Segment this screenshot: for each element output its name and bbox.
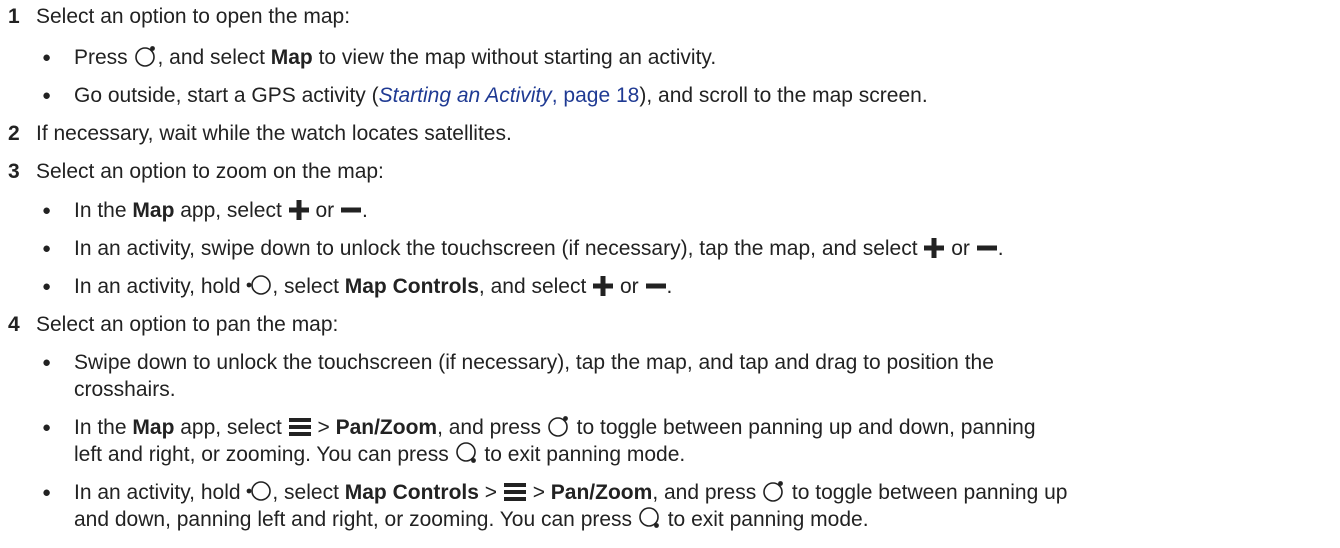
text: Go outside, start a GPS activity ( — [74, 84, 379, 107]
text: or — [309, 199, 340, 222]
bullet-dot: ● — [42, 202, 52, 219]
map-label: Map — [132, 416, 175, 439]
text: app, select — [174, 199, 288, 222]
step-text: Select an option to open the map: — [36, 5, 351, 28]
map-controls-label: Map Controls — [344, 481, 479, 504]
text: > — [311, 416, 336, 439]
text: , and press — [652, 481, 763, 504]
plus-icon — [593, 276, 614, 296]
text: . — [361, 199, 368, 222]
menu-icon — [288, 418, 311, 436]
text: or — [614, 275, 645, 298]
text: left and right, or zooming. You can pres… — [74, 443, 455, 466]
text: , select — [272, 481, 345, 504]
cross-reference-link[interactable]: Starting an Activity, page 18 — [379, 84, 640, 107]
text: In an activity, swipe down to unlock the… — [74, 237, 924, 260]
bullet-dot: ● — [42, 240, 52, 257]
map-label: Map — [132, 199, 175, 222]
bullet-dot: ● — [42, 419, 52, 436]
step-number: 4 — [8, 313, 20, 336]
text: to exit panning mode. — [661, 508, 869, 531]
watch-button-top-right-icon — [134, 46, 155, 67]
text: In an activity, hold — [74, 275, 247, 298]
watch-button-top-right-icon — [548, 416, 568, 437]
text: In the — [74, 199, 133, 222]
text: In the — [74, 416, 133, 439]
plus-icon — [288, 200, 309, 220]
step-text: Select an option to pan the map: — [36, 313, 339, 336]
text: to exit panning mode. — [478, 443, 686, 466]
bullet-dot: ● — [42, 49, 52, 66]
text: ), and scroll to the map screen. — [639, 84, 928, 107]
text: and down, panning left and right, or zoo… — [74, 508, 638, 531]
watch-button-top-right-icon — [763, 481, 783, 502]
text: In an activity, hold — [74, 481, 247, 504]
text: Press — [74, 46, 134, 69]
text: Swipe down to unlock the touchscreen (if… — [74, 351, 994, 374]
manual-page: 1 Select an option to open the map: ● Pr… — [0, 0, 1340, 548]
step-number: 2 — [8, 122, 20, 145]
plus-icon — [924, 238, 945, 258]
bullet-dot: ● — [42, 278, 52, 295]
minus-icon — [645, 283, 666, 289]
text: to toggle between panning up — [786, 481, 1068, 504]
text: . — [997, 237, 1004, 260]
map-label: Map — [270, 46, 313, 69]
link-page[interactable]: , page 18 — [552, 84, 640, 107]
bullet-dot: ● — [42, 354, 52, 371]
step-text: If necessary, wait while the watch locat… — [36, 122, 512, 145]
text: , select — [272, 275, 345, 298]
bullet-dot: ● — [42, 87, 52, 104]
text: . — [666, 275, 673, 298]
text: to view the map without starting an acti… — [312, 46, 717, 69]
watch-button-left-icon — [246, 275, 272, 295]
map-controls-label: Map Controls — [344, 275, 479, 298]
text: , and press — [437, 416, 547, 439]
step-text: Select an option to zoom on the map: — [36, 160, 384, 183]
minus-icon — [340, 207, 361, 213]
step-number: 1 — [8, 5, 20, 28]
minus-icon — [976, 245, 997, 251]
watch-button-left-icon — [246, 481, 272, 501]
watch-button-bottom-right-icon — [639, 507, 659, 528]
watch-button-bottom-right-icon — [455, 442, 476, 463]
text: , and select — [157, 46, 271, 69]
link-title[interactable]: Starting an Activity — [379, 84, 552, 107]
text: app, select — [174, 416, 288, 439]
menu-icon — [503, 483, 526, 501]
text: > — [526, 481, 551, 504]
text: or — [945, 237, 976, 260]
text: > — [478, 481, 503, 504]
pan-zoom-label: Pan/Zoom — [550, 481, 653, 504]
bullet-dot: ● — [42, 484, 52, 501]
text: , and select — [478, 275, 593, 298]
text: to toggle between panning up and down, p… — [570, 416, 1036, 439]
pan-zoom-label: Pan/Zoom — [335, 416, 438, 439]
step-number: 3 — [8, 160, 20, 183]
text: crosshairs. — [74, 378, 176, 401]
